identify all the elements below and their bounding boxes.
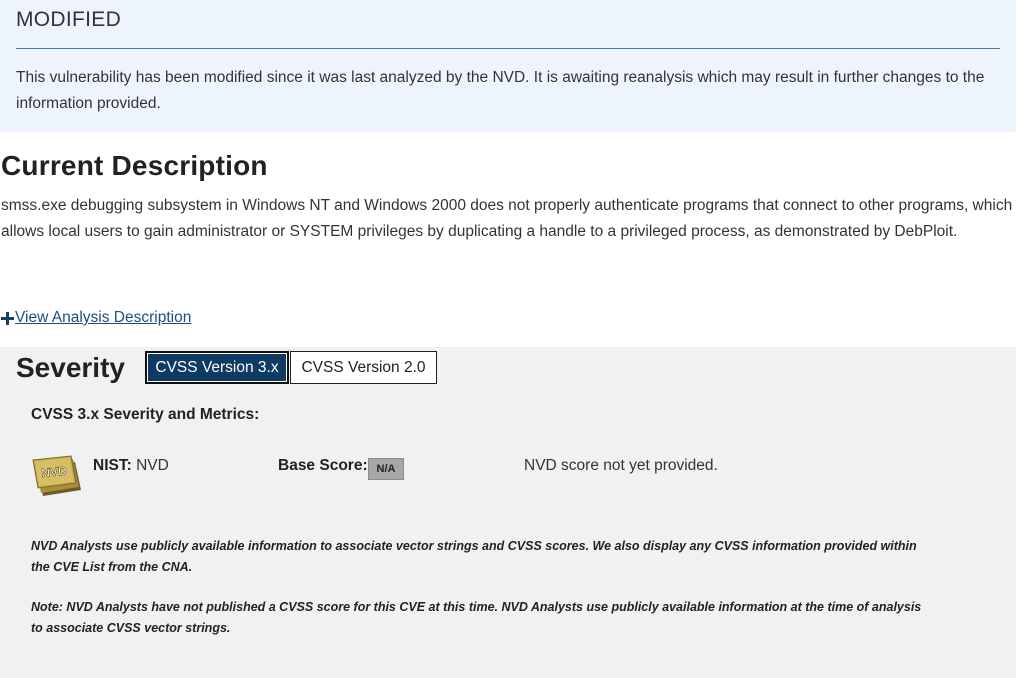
plus-icon bbox=[1, 311, 14, 325]
view-analysis-link[interactable]: View Analysis Description bbox=[15, 309, 191, 327]
current-description-text: smss.exe debugging subsystem in Windows … bbox=[1, 197, 1013, 240]
modified-title: MODIFIED bbox=[16, 8, 122, 31]
current-description-heading: Current Description bbox=[1, 150, 268, 181]
divider bbox=[16, 48, 1000, 49]
nist-label: NIST: bbox=[93, 457, 132, 474]
nvd-badge-icon: NVD bbox=[32, 455, 81, 496]
base-score-label: Base Score: bbox=[278, 457, 368, 474]
nist-source: NIST: NVD bbox=[93, 457, 169, 475]
metrics-heading: CVSS 3.x Severity and Metrics: bbox=[31, 406, 260, 423]
severity-heading: Severity bbox=[16, 352, 125, 383]
modified-notice-text: This vulnerability has been modified sin… bbox=[16, 69, 985, 112]
modified-banner: MODIFIED This vulnerability has been mod… bbox=[0, 0, 1016, 132]
score-note: NVD score not yet provided. bbox=[524, 457, 718, 474]
cvss-version-tabs: CVSS Version 3.x CVSS Version 2.0 bbox=[145, 351, 437, 384]
analyst-note: NVD Analysts use publicly available info… bbox=[31, 539, 917, 574]
base-score-badge: N/A bbox=[368, 458, 404, 480]
severity-panel: Severity CVSS Version 3.x CVSS Version 2… bbox=[0, 347, 1016, 678]
nvd-badge-text: NVD bbox=[41, 464, 68, 481]
cvss-note: Note: NVD Analysts have not published a … bbox=[31, 600, 922, 635]
nist-value: NVD bbox=[136, 457, 169, 474]
view-analysis-toggle[interactable]: View Analysis Description bbox=[1, 309, 191, 327]
tab-cvss-3x[interactable]: CVSS Version 3.x bbox=[145, 351, 289, 384]
tab-cvss-20[interactable]: CVSS Version 2.0 bbox=[290, 351, 437, 384]
